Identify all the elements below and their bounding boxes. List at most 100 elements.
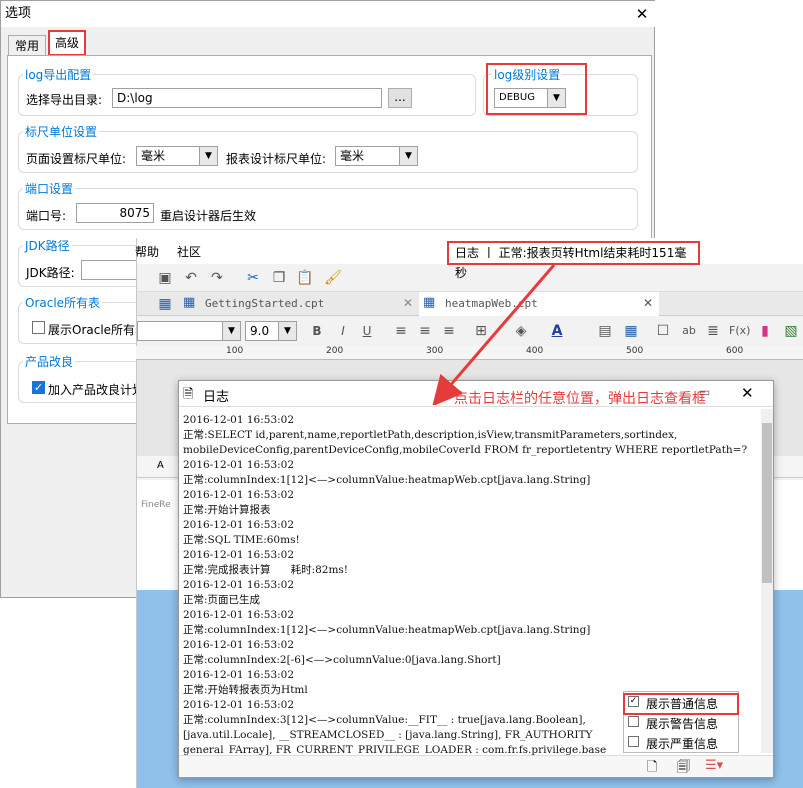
column-header-a: A: [157, 460, 164, 471]
log-line: 正常:columnIndex:1[12]<—>columnValue:heatm…: [183, 624, 591, 636]
log-line: 2016-12-01 16:53:02: [183, 489, 295, 501]
grid-icon: ▦: [158, 296, 172, 312]
format-painter-icon[interactable]: 🖌: [323, 268, 343, 288]
italic-icon[interactable]: I: [333, 321, 353, 341]
log-line: 正常:完成报表计算 耗时:82ms!: [183, 564, 349, 576]
file-tab-gettingstarted[interactable]: ▦ GettingStarted.cpt ✕: [181, 292, 421, 316]
paste-icon[interactable]: 📋: [295, 268, 315, 288]
filter-menu-icon[interactable]: ☰▾: [705, 758, 723, 773]
jdk-title: JDK路径: [23, 239, 72, 253]
log-line: 正常:开始计算报表: [183, 504, 271, 516]
log-line: 正常:columnIndex:1[12]<—>columnValue:heatm…: [183, 474, 591, 486]
ruler-tick: 500: [626, 346, 644, 356]
log-doc-icon: 🗎: [183, 387, 194, 402]
ruler-tick: 200: [326, 346, 344, 356]
oracle-title: Oracle所有表: [23, 296, 103, 310]
filter-warning-checkbox[interactable]: [628, 716, 639, 727]
port-label: 端口号:: [26, 209, 67, 223]
font-size-select[interactable]: 9.0 ▼: [245, 321, 297, 341]
log-title: 日志: [203, 390, 230, 405]
filter-severe-checkbox[interactable]: [628, 736, 639, 747]
annotation-arrow: [432, 264, 556, 405]
text-icon[interactable]: ab: [679, 321, 699, 341]
jdk-label: JDK路径:: [26, 266, 75, 280]
improve-checkbox[interactable]: ✓: [32, 381, 45, 394]
oracle-checkbox-label: 展示Oracle所有表: [48, 323, 148, 337]
undo-icon[interactable]: ↶: [181, 268, 201, 288]
log-line: 正常:SQL TIME:60ms!: [183, 534, 300, 546]
paragraph-icon[interactable]: ≣: [703, 321, 723, 341]
report-unit-value: 毫米: [340, 149, 365, 163]
oracle-checkbox[interactable]: [32, 321, 45, 334]
formula-icon[interactable]: F(x): [729, 321, 750, 341]
filter-highlight: [623, 693, 739, 715]
menu-community[interactable]: 社区: [177, 243, 201, 260]
file-tab-label: GettingStarted.cpt: [205, 297, 325, 310]
page-unit-select[interactable]: 毫米 ▼: [136, 146, 218, 166]
log-line: 正常:columnIndex:2[-6]<—>columnValue:0[jav…: [183, 654, 501, 666]
report-unit-select[interactable]: 毫米 ▼: [335, 146, 418, 166]
redo-icon[interactable]: ↷: [207, 268, 227, 288]
underline-icon[interactable]: U: [357, 321, 377, 341]
align-left-icon[interactable]: ≡: [391, 321, 411, 341]
close-icon[interactable]: ✕: [403, 296, 413, 310]
table-icon[interactable]: ▦: [621, 321, 641, 341]
close-icon[interactable]: ✕: [643, 296, 653, 310]
log-line: 2016-12-01 16:53:02: [183, 519, 295, 531]
browse-button[interactable]: ...: [388, 88, 412, 108]
port-input[interactable]: 8075: [76, 203, 154, 223]
log-line: 2016-12-01 16:53:02: [183, 669, 295, 681]
save-icon[interactable]: ▣: [155, 268, 175, 288]
clear-log-icon[interactable]: 🗋: [647, 758, 657, 780]
log-window: 🗎 日志 ▭ ✕ 2016-12-01 16:53:02 正常:SELECT id…: [178, 380, 774, 778]
improve-title: 产品改良: [23, 355, 76, 369]
log-line: mobileDeviceConfig,parentDeviceConfig,mo…: [183, 444, 748, 456]
ruler-tick: 100: [226, 346, 244, 356]
report-unit-label: 报表设计标尺单位:: [226, 152, 327, 166]
log-line: 2016-12-01 16:53:02: [183, 609, 295, 621]
insert-icon[interactable]: ☐: [653, 321, 673, 341]
report-file-icon: ▦: [183, 295, 196, 310]
tab-advanced[interactable]: 高级: [48, 30, 86, 56]
log-line: 正常:页面已生成: [183, 594, 261, 606]
log-line: 2016-12-01 16:53:02: [183, 639, 295, 651]
export-dir-label: 选择导出目录:: [26, 93, 103, 107]
log-level-title: log级别设置: [492, 68, 563, 82]
page-unit-label: 页面设置标尺单位:: [26, 152, 127, 166]
log-level-select[interactable]: DEBUG ▼: [494, 88, 566, 108]
log-line: 2016-12-01 16:53:02: [183, 459, 295, 471]
ruler-unit-title: 标尺单位设置: [23, 125, 100, 139]
filter-severe-label: 展示严重信息: [646, 737, 719, 751]
log-line: 2016-12-01 16:53:02: [183, 549, 295, 561]
browser-preview: FineRe: [141, 500, 171, 510]
copy-icon[interactable]: ❐: [269, 268, 289, 288]
log-line: 2016-12-01 16:53:02: [183, 414, 295, 426]
export-dir-input[interactable]: D:\log: [112, 88, 382, 108]
bold-icon[interactable]: B: [307, 321, 327, 341]
log-line: 正常:SELECT id,parent,name,reportletPath,d…: [183, 429, 678, 441]
dialog-title: 选项: [1, 1, 656, 27]
log-level-value: DEBUG: [499, 92, 535, 103]
cut-icon[interactable]: ✂: [243, 268, 263, 288]
log-scrollbar[interactable]: [761, 409, 773, 753]
ruler-tick: 600: [726, 346, 744, 356]
image-icon[interactable]: ▧: [781, 321, 801, 341]
log-line: 2016-12-01 16:53:02: [183, 579, 295, 591]
chart-icon[interactable]: ▮: [755, 321, 775, 341]
page-unit-value: 毫米: [141, 149, 166, 163]
close-icon[interactable]: ✕: [632, 4, 652, 24]
log-export-title: log导出配置: [23, 68, 94, 82]
chevron-down-icon: ▼: [278, 322, 296, 340]
close-icon[interactable]: ✕: [741, 384, 754, 402]
improve-checkbox-label: 加入产品改良计划: [48, 383, 145, 397]
chevron-down-icon: ▼: [547, 89, 565, 107]
tab-general[interactable]: 常用: [8, 35, 46, 57]
font-family-select[interactable]: ▼: [137, 321, 241, 341]
port-title: 端口设置: [23, 182, 76, 196]
scrollbar-thumb[interactable]: [762, 423, 772, 583]
export-log-icon[interactable]: 🗐: [677, 758, 690, 780]
chevron-down-icon: ▼: [222, 322, 240, 340]
merge-icon[interactable]: ▤: [595, 321, 615, 341]
filter-warning-label: 展示警告信息: [646, 717, 719, 731]
menu-help[interactable]: 帮助: [135, 243, 159, 260]
